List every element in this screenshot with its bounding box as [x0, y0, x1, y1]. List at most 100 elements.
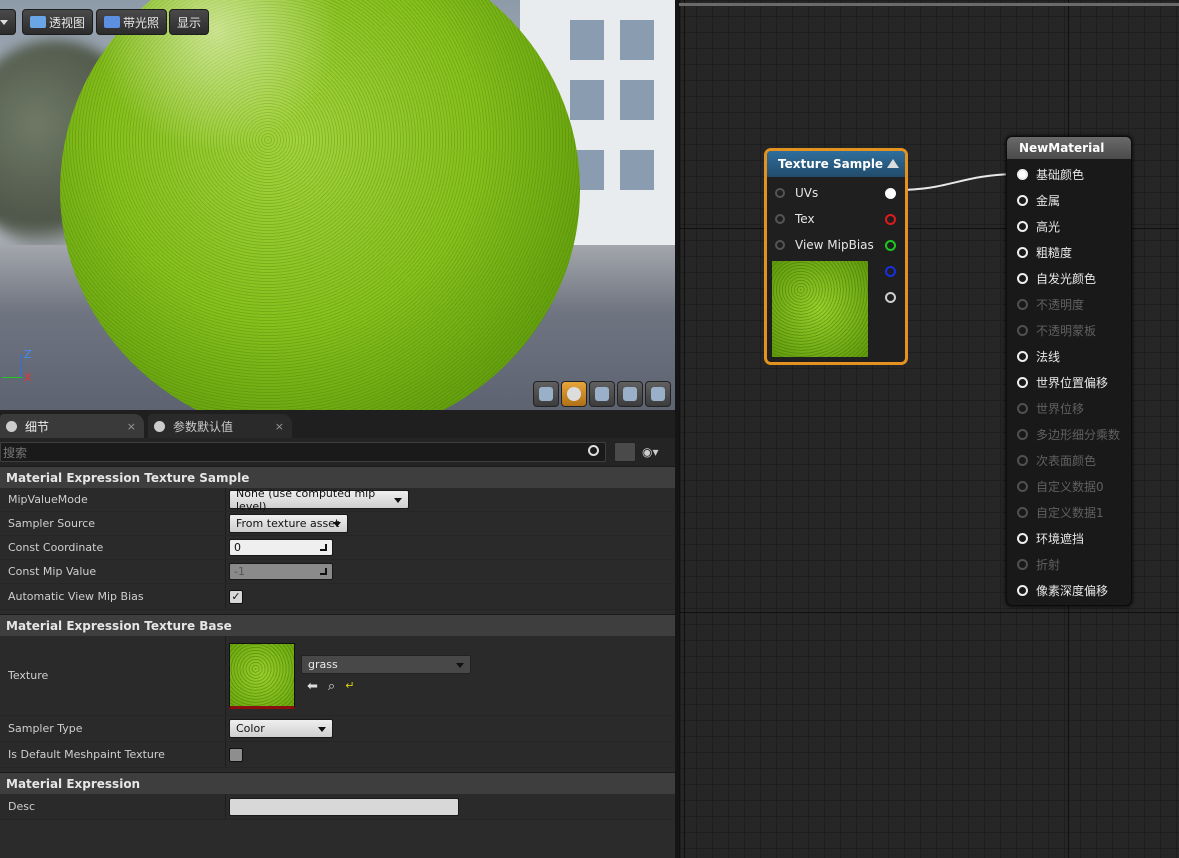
texture-preview-thumbnail [772, 261, 868, 357]
b-output-pin[interactable] [885, 266, 896, 277]
pin-label: 粗糙度 [1036, 245, 1073, 260]
use-selected-arrow-icon[interactable]: ⬅ [307, 679, 318, 694]
mip-value-mode-dropdown[interactable]: None (use computed mip level) [229, 487, 409, 513]
a-output-pin[interactable] [885, 292, 896, 303]
default-meshpaint-checkbox[interactable] [229, 747, 243, 762]
sampler-source-dropdown[interactable]: From texture asset [229, 514, 348, 533]
texture-row: Texture grass ⬅ ⌕ ↵ [0, 636, 675, 716]
preview-sphere [60, 0, 580, 410]
pin-label: 自定义数据1 [1036, 505, 1104, 520]
perspective-button[interactable]: 透视图 [22, 9, 94, 35]
pin-icon [1017, 298, 1028, 310]
pin-label: 自定义数据0 [1036, 479, 1104, 494]
mip-value-mode-row: MipValueMode None (use computed mip leve… [0, 487, 675, 513]
viewport-options-button[interactable] [0, 9, 16, 35]
collapse-arrow-icon[interactable] [887, 159, 899, 168]
pin-refraction: 折射 [1017, 555, 1060, 573]
pin-label: 法线 [1036, 349, 1061, 364]
dropdown-value: Color [236, 722, 265, 735]
axis-gizmo: Z X [0, 348, 40, 388]
material-node-header[interactable]: NewMaterial [1007, 137, 1131, 159]
pin-emissive[interactable]: 自发光颜色 [1017, 269, 1096, 287]
texture-sample-node[interactable]: Texture Sample UVs Tex View MipBias [764, 148, 908, 365]
info-icon [6, 420, 17, 432]
sampler-type-dropdown[interactable]: Color [229, 719, 333, 738]
pin-pixel-depth-offset[interactable]: 像素深度偏移 [1017, 581, 1108, 599]
details-tab-bar: 细节 × 参数默认值 × [0, 410, 675, 438]
texture-thumbnail[interactable] [229, 642, 295, 709]
pin-icon [1017, 584, 1028, 596]
pin-specular[interactable]: 高光 [1017, 217, 1060, 235]
texture-sample-node-header[interactable]: Texture Sample [767, 151, 905, 177]
material-result-node[interactable]: NewMaterial 基础颜色 金属 高光 粗糙度 自发光颜色 不透明度 不透… [1006, 136, 1132, 606]
show-label: 显示 [177, 15, 202, 30]
pin-label: 高光 [1036, 219, 1061, 234]
custom-mesh-preview-button[interactable] [645, 381, 671, 407]
g-output-pin[interactable] [885, 240, 896, 251]
pin-base-color[interactable]: 基础颜色 [1017, 165, 1084, 183]
pin-icon [1017, 402, 1028, 414]
perspective-label: 透视图 [49, 15, 86, 30]
pin-icon [1017, 194, 1028, 206]
browse-search-icon[interactable]: ⌕ [328, 679, 335, 694]
property-label: MipValueMode [8, 493, 88, 506]
cylinder-icon [539, 387, 553, 401]
reset-icon[interactable]: ↵ [345, 679, 354, 694]
perspective-icon [30, 16, 46, 28]
pin-custom-data-0: 自定义数据0 [1017, 477, 1104, 495]
uvs-input-pin[interactable]: UVs [775, 184, 818, 202]
sphere-preview-button[interactable] [561, 381, 587, 407]
rgb-output-pin[interactable] [885, 188, 896, 199]
dropdown-value: From texture asset [236, 517, 340, 530]
lit-label: 带光照 [123, 15, 160, 30]
pin-tessellation-multiplier: 多边形细分乘数 [1017, 425, 1120, 443]
pin-icon [1017, 376, 1028, 388]
sampler-type-row: Sampler Type Color [0, 716, 675, 742]
view-mipbias-input-pin[interactable]: View MipBias [775, 236, 874, 254]
view-options-eye-icon[interactable]: ◉▾ [642, 445, 659, 459]
pin-label: UVs [795, 186, 819, 200]
chevron-down-icon [0, 20, 8, 29]
desc-input[interactable] [229, 797, 459, 816]
close-tab-icon[interactable]: × [127, 420, 136, 433]
cube-preview-button[interactable] [617, 381, 643, 407]
pin-ambient-occlusion[interactable]: 环境遮挡 [1017, 529, 1084, 547]
preview-shape-buttons [533, 381, 671, 407]
pin-metallic[interactable]: 金属 [1017, 191, 1060, 209]
input-value: 0 [234, 541, 241, 554]
auto-view-mip-bias-checkbox[interactable]: ✓ [229, 589, 243, 604]
category-texture-base[interactable]: Material Expression Texture Base [0, 614, 675, 636]
lit-mode-button[interactable]: 带光照 [96, 9, 168, 35]
pin-label: 折射 [1036, 557, 1061, 572]
material-preview-viewport[interactable]: 透视图 带光照 显示 Z X [0, 0, 675, 410]
tab-details[interactable]: 细节 × [0, 414, 144, 438]
property-matrix-button[interactable] [614, 442, 636, 462]
cylinder-preview-button[interactable] [533, 381, 559, 407]
texture-asset-actions: ⬅ ⌕ ↵ [301, 679, 471, 694]
pin-roughness[interactable]: 粗糙度 [1017, 243, 1072, 261]
texture-asset-dropdown[interactable]: grass [301, 654, 471, 674]
pin-icon [1017, 480, 1028, 492]
dropdown-value: None (use computed mip level) [236, 486, 376, 513]
pin-icon [1017, 454, 1028, 466]
pin-normal[interactable]: 法线 [1017, 347, 1060, 365]
tab-parameter-defaults-label: 参数默认值 [173, 419, 234, 434]
pin-icon [775, 240, 785, 250]
category-texture-sample[interactable]: Material Expression Texture Sample [0, 466, 675, 488]
desc-row: Desc [0, 794, 675, 820]
pin-label: 基础颜色 [1036, 167, 1085, 182]
plane-preview-button[interactable] [589, 381, 615, 407]
const-coordinate-input[interactable]: 0 [229, 539, 333, 556]
tab-parameter-defaults[interactable]: 参数默认值 × [148, 414, 292, 438]
node-title: NewMaterial [1019, 141, 1105, 155]
category-material-expression[interactable]: Material Expression [0, 772, 675, 794]
lit-cube-icon [104, 16, 120, 28]
category-title: Material Expression Texture Sample [6, 470, 250, 485]
r-output-pin[interactable] [885, 214, 896, 225]
pin-world-position-offset[interactable]: 世界位置偏移 [1017, 373, 1108, 391]
tex-input-pin[interactable]: Tex [775, 210, 815, 228]
const-mip-value-row: Const Mip Value -1 [0, 560, 675, 584]
details-search-input[interactable]: 搜索 [0, 442, 606, 462]
close-tab-icon[interactable]: × [275, 420, 284, 433]
show-button[interactable]: 显示 [169, 9, 210, 35]
